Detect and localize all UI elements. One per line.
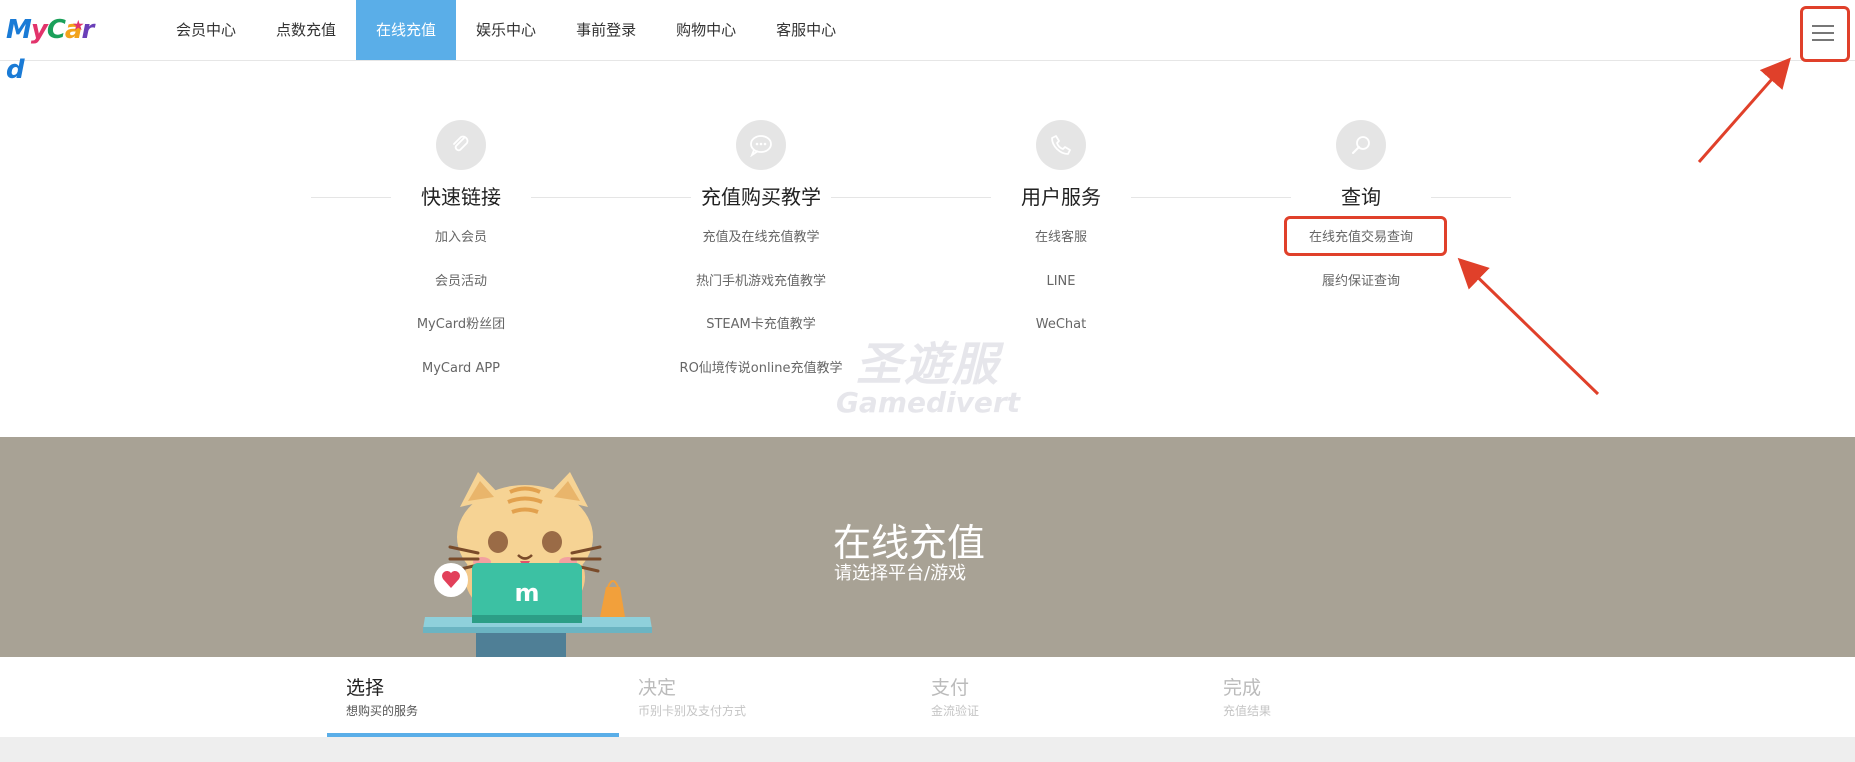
link-icon (436, 120, 486, 170)
step-decide: 决定 币别卡别及支付方式 (638, 677, 747, 718)
nav-pre-registration[interactable]: 事前登录 (556, 0, 656, 60)
user-service-column: 用户服务 在线客服 LINE WeChat (911, 118, 1211, 347)
main-nav: 会员中心 点数充值 在线充值 娱乐中心 事前登录 购物中心 客服中心 (156, 0, 856, 60)
search-icon (1336, 120, 1386, 170)
annotation-box-menu (1800, 6, 1850, 62)
nav-member-center[interactable]: 会员中心 (156, 0, 256, 60)
progress-steps: 选择 想购买的服务 决定 币别卡别及支付方式 支付 金流验证 完成 充值结果 (0, 657, 1855, 737)
link-member-events[interactable]: 会员活动 (311, 260, 611, 304)
link-line[interactable]: LINE (911, 260, 1211, 304)
nav-online-topup[interactable]: 在线充值 (356, 0, 457, 60)
top-navbar: MyCard ★ 会员中心 点数充值 在线充值 娱乐中心 事前登录 购物中心 客… (0, 0, 1855, 85)
logo-star-icon: ★ (72, 18, 85, 34)
phone-icon (1036, 120, 1086, 170)
link-performance-guarantee-query[interactable]: 履约保证查询 (1211, 260, 1511, 304)
step-select: 选择 想购买的服务 (327, 657, 619, 737)
step-complete: 完成 充值结果 (1223, 677, 1272, 718)
chat-bubble-icon (736, 120, 786, 170)
nav-points-topup[interactable]: 点数充值 (256, 0, 356, 60)
nav-entertainment[interactable]: 娱乐中心 (456, 0, 556, 60)
annotation-box-transaction-query (1284, 216, 1447, 256)
nav-customer-service[interactable]: 客服中心 (756, 0, 856, 60)
mycard-logo[interactable]: MyCard ★ (6, 10, 102, 85)
link-join-member[interactable]: 加入会员 (311, 216, 611, 260)
banner-subtitle: 请选择平台/游戏 (834, 563, 967, 584)
step-pay: 支付 金流验证 (931, 677, 980, 718)
link-topup-tutorial[interactable]: 充值及在线充值教学 (611, 216, 911, 260)
cat-laptop-illustration: m (423, 472, 652, 657)
link-mycard-app[interactable]: MyCard APP (311, 347, 611, 391)
watermark: 圣遊服 Gamedivert (835, 337, 1021, 419)
laptop-logo: m (514, 579, 539, 607)
nav-shopping[interactable]: 购物中心 (656, 0, 756, 60)
quick-links-column: 快速链接 加入会员 会员活动 MyCard粉丝团 MyCard APP (311, 118, 611, 390)
bottom-strip (0, 737, 1855, 762)
link-fan-club[interactable]: MyCard粉丝团 (311, 303, 611, 347)
query-column: 查询 在线充值交易查询 履约保证查询 (1211, 118, 1511, 303)
online-topup-banner: m 在线充值 请选择平台/游戏 (0, 437, 1855, 657)
link-online-support[interactable]: 在线客服 (911, 216, 1211, 260)
link-mobile-game-tutorial[interactable]: 热门手机游戏充值教学 (611, 260, 911, 304)
